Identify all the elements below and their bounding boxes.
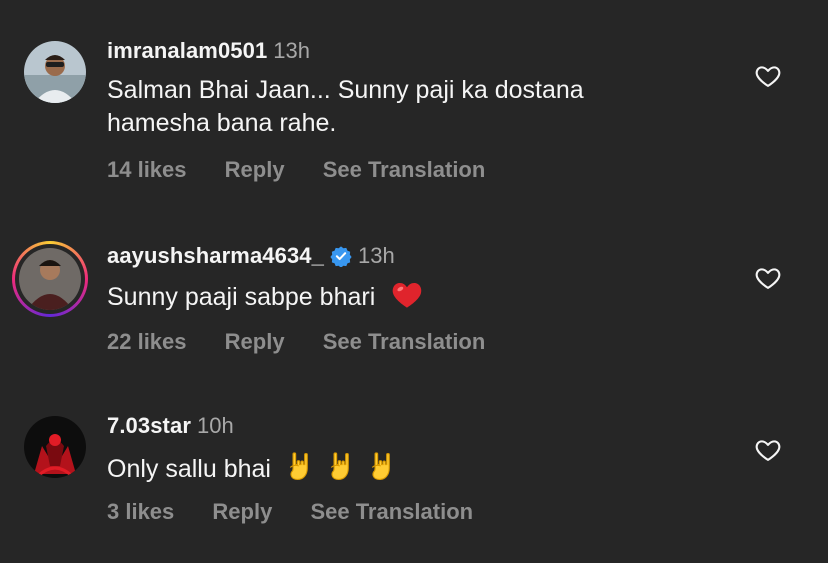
- likes-count[interactable]: 14 likes: [107, 157, 187, 182]
- comment-text-body: Sunny paaji sabpe bhari: [107, 283, 376, 311]
- sign-of-horns-emoji-group: [286, 452, 402, 483]
- comment-text: Salman Bhai Jaan... Sunny paji ka dostan…: [107, 74, 584, 140]
- username[interactable]: aayushsharma4634_: [107, 243, 324, 269]
- sign-of-horns-emoji-icon: [289, 452, 308, 481]
- username[interactable]: imranalam0501: [107, 38, 267, 64]
- comment-time: 13h: [273, 38, 311, 63]
- red-heart-emoji-icon: [392, 283, 422, 308]
- reply-button[interactable]: Reply: [225, 157, 285, 182]
- comment-actions: 22 likes Reply See Translation: [107, 329, 517, 355]
- comment-header: 7.03star 10h: [107, 412, 234, 440]
- avatar[interactable]: [12, 241, 88, 317]
- comment-actions: 3 likes Reply See Translation: [107, 499, 505, 525]
- like-heart-icon[interactable]: [754, 62, 782, 90]
- comment-text-line: Salman Bhai Jaan... Sunny paji ka dostan…: [107, 76, 584, 104]
- comment-text-line: hamesha bana rahe.: [107, 109, 337, 137]
- username[interactable]: 7.03star: [107, 413, 191, 439]
- comment-text: Sunny paaji sabpe bhari: [107, 279, 424, 314]
- comment-time: 10h: [196, 413, 234, 438]
- see-translation-button[interactable]: See Translation: [323, 329, 486, 354]
- comment-actions: 14 likes Reply See Translation: [107, 157, 517, 183]
- like-heart-icon[interactable]: [754, 436, 782, 464]
- comment-text: Only sallu bhai: [107, 449, 402, 486]
- comment-time: 13h: [357, 243, 395, 268]
- avatar[interactable]: [24, 41, 86, 103]
- verified-badge-icon: [330, 246, 352, 267]
- sign-of-horns-emoji-icon: [371, 452, 390, 481]
- reply-button[interactable]: Reply: [225, 329, 285, 354]
- avatar[interactable]: [24, 416, 86, 478]
- see-translation-button[interactable]: See Translation: [323, 157, 486, 182]
- comment-header: aayushsharma4634_ 13h: [107, 242, 395, 270]
- reply-button[interactable]: Reply: [212, 499, 272, 524]
- see-translation-button[interactable]: See Translation: [310, 499, 473, 524]
- like-heart-icon[interactable]: [754, 264, 782, 292]
- likes-count[interactable]: 22 likes: [107, 329, 187, 354]
- likes-count[interactable]: 3 likes: [107, 499, 174, 524]
- comment-text-body: Only sallu bhai: [107, 455, 271, 483]
- comment-header: imranalam0501 13h: [107, 37, 310, 65]
- sign-of-horns-emoji-icon: [330, 452, 349, 481]
